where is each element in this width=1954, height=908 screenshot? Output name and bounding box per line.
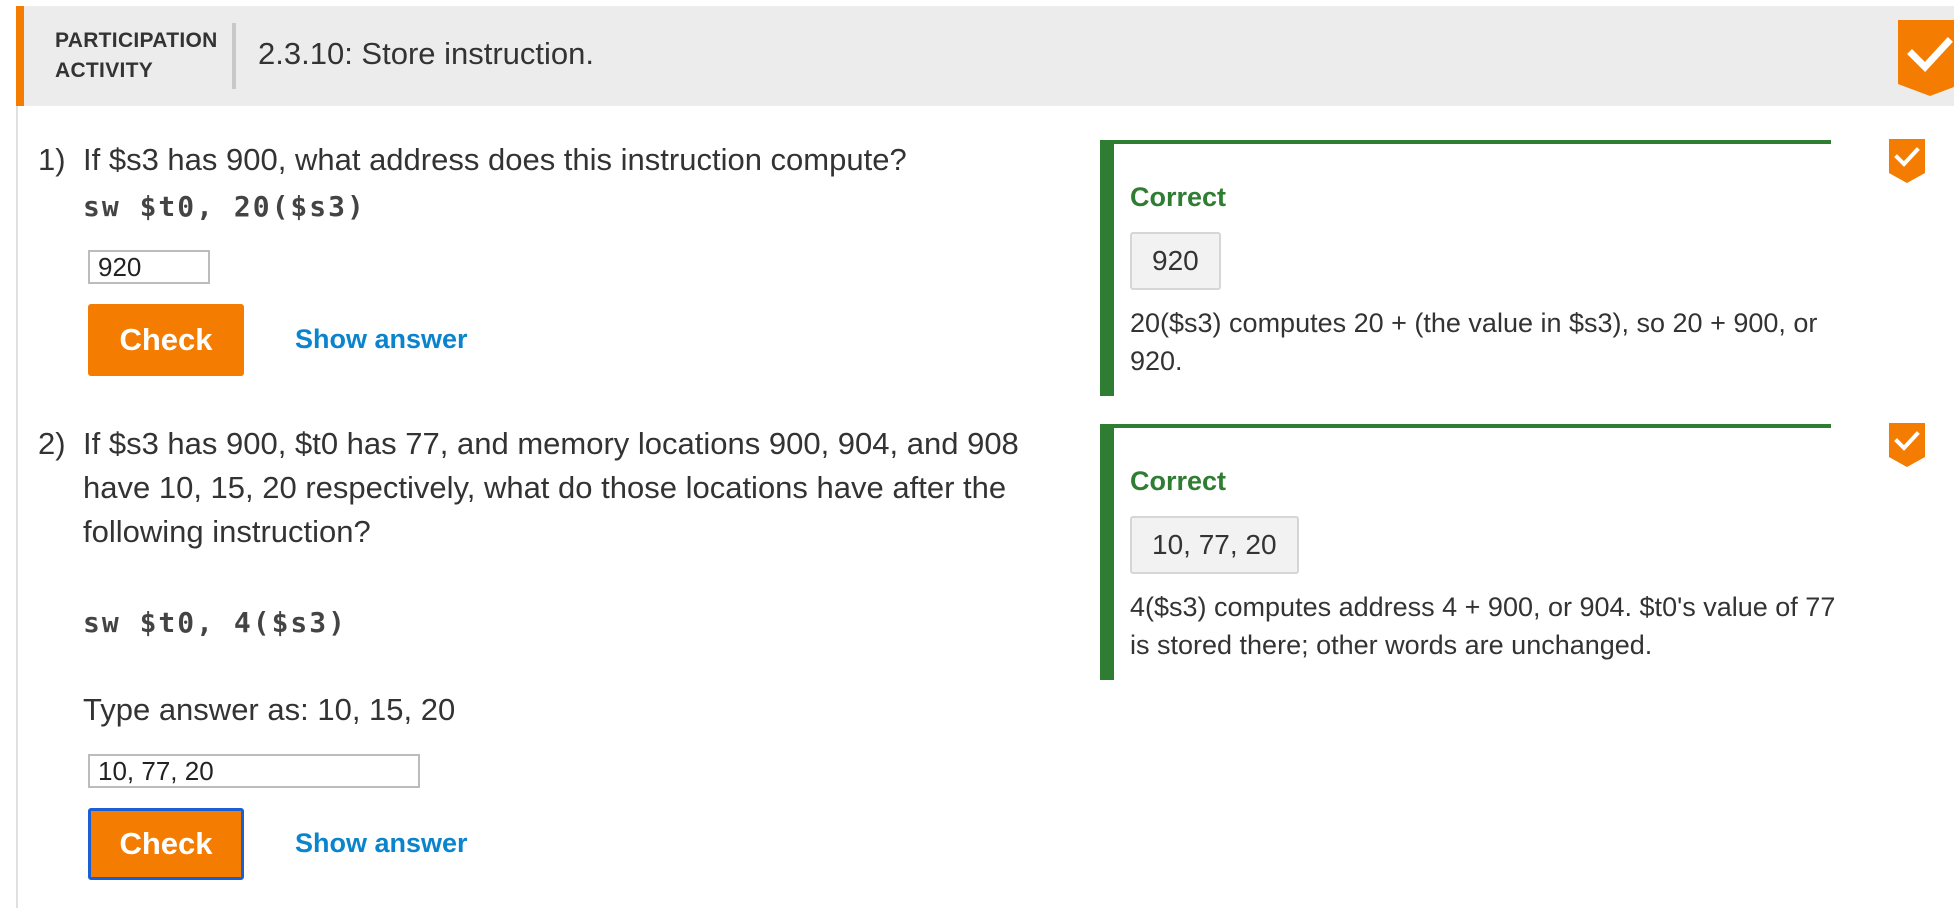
feedback-answer: 10, 77, 20 (1130, 516, 1299, 574)
question-text-line-2: have 10, 15, 20 respectively, what do th… (83, 470, 1007, 505)
feedback-panel: Correct 920 20($s3) computes 20 + (the v… (1100, 140, 1831, 396)
feedback-status: Correct (1130, 182, 1227, 212)
feedback-panel: Correct 10, 77, 20 4($s3) computes addre… (1100, 424, 1835, 680)
question-text: If $s3 has 900, what address does this i… (83, 142, 907, 177)
code-snippet: sw $t0, 4($s3) (83, 606, 348, 639)
feedback-explanation: 4($s3) computes address 4 + 900, or 904.… (1130, 592, 1836, 660)
answer-format-hint: Type answer as: 10, 15, 20 (83, 692, 456, 727)
completed-check-icon (1889, 139, 1925, 183)
label-line-1: PARTICIPATION (55, 29, 218, 52)
activity-header: PARTICIPATION ACTIVITY 2.3.10: Store ins… (16, 6, 1954, 106)
feedback-status: Correct (1130, 466, 1227, 496)
check-badge-icon (1898, 20, 1954, 96)
completed-check-icon (1889, 423, 1925, 467)
answer-input[interactable]: 920 (88, 250, 210, 284)
question-text-line-3: following instruction? (83, 514, 371, 549)
feedback-explanation: 20($s3) computes 20 + (the value in $s3)… (1130, 308, 1818, 376)
label-line-2: ACTIVITY (55, 59, 154, 82)
question-text-line-1: If $s3 has 900, $t0 has 77, and memory l… (83, 426, 1019, 461)
header-divider (232, 23, 236, 89)
answer-input[interactable]: 10, 77, 20 (88, 754, 420, 788)
question-number: 2) (38, 426, 66, 461)
show-answer-link[interactable]: Show answer (295, 828, 468, 859)
activity-title: 2.3.10: Store instruction. (258, 36, 595, 71)
show-answer-link[interactable]: Show answer (295, 324, 468, 355)
participation-activity-label: PARTICIPATION ACTIVITY (55, 26, 218, 86)
feedback-answer: 920 (1130, 232, 1221, 290)
question-number: 1) (38, 142, 66, 177)
check-button[interactable]: Check (88, 808, 244, 880)
code-snippet: sw $t0, 20($s3) (83, 190, 366, 223)
check-button[interactable]: Check (88, 304, 244, 376)
